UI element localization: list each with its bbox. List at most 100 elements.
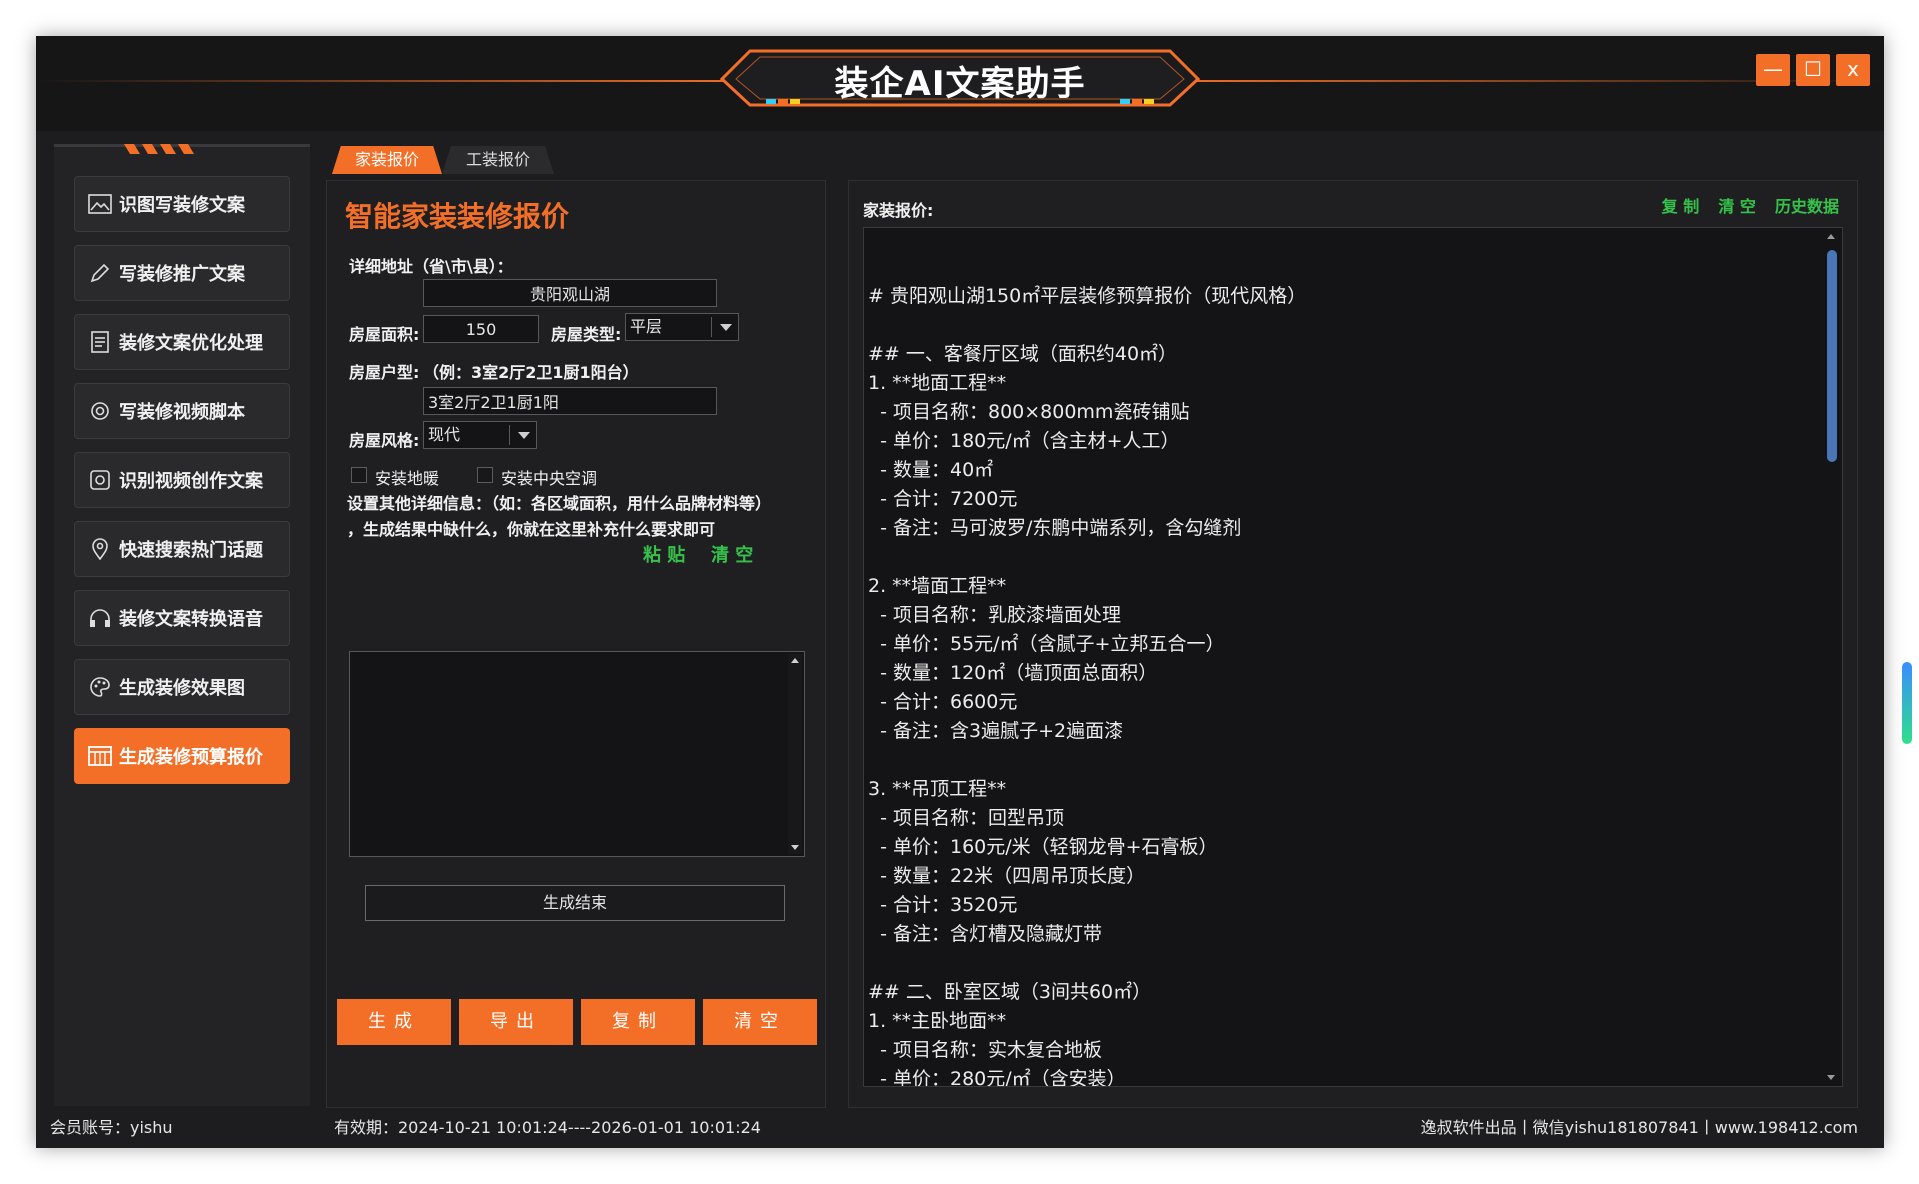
output-line: 1. **地面工程**	[868, 372, 1007, 394]
image-icon	[87, 191, 113, 217]
output-line: - 数量：40㎡	[868, 459, 994, 481]
style-select[interactable]: 现代	[423, 421, 537, 449]
sidebar-item-text-to-speech[interactable]: 装修文案转换语音	[74, 590, 290, 646]
layout-label: 房屋户型:	[349, 363, 420, 382]
close-button[interactable]: x	[1836, 54, 1870, 86]
sidebar-item-label: 生成装修效果图	[119, 678, 245, 699]
document-icon	[87, 329, 113, 355]
sidebar-item-image-copywriting[interactable]: 识图写装修文案	[74, 176, 290, 232]
tab-commercial-quote[interactable]: 工装报价	[442, 146, 554, 174]
sidebar-item-budget-quote[interactable]: 生成装修预算报价	[74, 728, 290, 784]
house-type-select[interactable]: 平层	[625, 313, 739, 341]
form-title: 智能家装装修报价	[345, 200, 570, 233]
headphones-icon	[87, 605, 113, 631]
sidebar-item-label: 识图写装修文案	[119, 195, 245, 216]
floor-heating-checkbox[interactable]	[351, 467, 367, 483]
palette-icon	[87, 674, 113, 700]
house-type-value: 平层	[630, 317, 663, 336]
quote-output-panel: 家装报价: 复 制 清 空 历史数据 # 贵阳观山湖150㎡平层装修预算报价（现…	[848, 180, 1858, 1108]
output-line: - 项目名称：乳胶漆墙面处理	[868, 604, 1121, 626]
output-line: # 贵阳观山湖150㎡平层装修预算报价（现代风格）	[868, 285, 1307, 307]
sidebar-item-label: 生成装修预算报价	[119, 747, 263, 768]
sidebar-item-promo-copywriting[interactable]: 写装修推广文案	[74, 245, 290, 301]
generation-status: 生成结束	[365, 885, 785, 921]
validity-info: 有效期：2024-10-21 10:01:24----2026-01-01 10…	[334, 1118, 761, 1137]
layout-input[interactable]	[423, 387, 717, 415]
output-line: ## 一、客餐厅区域（面积约40㎡）	[868, 343, 1178, 365]
style-label: 房屋风格:	[349, 431, 420, 450]
sidebar-item-copy-optimize[interactable]: 装修文案优化处理	[74, 314, 290, 370]
maximize-button[interactable]: ☐	[1796, 54, 1830, 86]
generate-button[interactable]: 生成	[337, 999, 451, 1045]
output-line: 1. **主卧地面**	[868, 1010, 1007, 1032]
history-link[interactable]: 历史数据	[1775, 197, 1839, 216]
details-note: 设置其他详细信息：（如：各区域面积，用什么品牌材料等）	[347, 494, 772, 513]
output-line: - 数量：120㎡（墙顶面总面积）	[868, 662, 1158, 684]
pen-icon	[87, 260, 113, 286]
title-decoration-left	[36, 80, 756, 82]
output-line: - 合计：7200元	[868, 488, 1018, 510]
details-textarea[interactable]	[349, 651, 805, 857]
paste-link[interactable]: 粘 贴	[643, 541, 685, 567]
calculator-icon	[87, 743, 113, 769]
sidebar-item-label: 装修文案优化处理	[119, 333, 263, 354]
clear-details-link[interactable]: 清 空	[711, 541, 753, 567]
scrollbar-thumb[interactable]	[1827, 250, 1837, 462]
output-line: - 单价：55元/㎡（含腻子+立邦五合一）	[868, 633, 1225, 655]
output-line: - 单价：180元/㎡（含主材+人工）	[868, 430, 1180, 452]
output-line: - 单价：160元/米（轻钢龙骨+石膏板）	[868, 836, 1218, 858]
address-input[interactable]	[423, 279, 717, 307]
style-value: 现代	[428, 425, 461, 444]
location-icon	[87, 536, 113, 562]
sidebar-item-label: 写装修视频脚本	[119, 402, 245, 423]
output-line: - 备注：含灯槽及隐藏灯带	[868, 923, 1102, 945]
camera-icon	[87, 398, 113, 424]
quote-form-panel: 智能家装装修报价 详细地址（省\市\县）： 房屋面积: 房屋类型: 平层 房屋户…	[326, 180, 826, 1108]
settings-icon	[87, 467, 113, 493]
central-ac-label: 安装中央空调	[501, 469, 598, 488]
type-label: 房屋类型:	[551, 325, 622, 344]
chevron-down-icon	[720, 324, 732, 331]
address-label: 详细地址（省\市\县）：	[349, 257, 513, 276]
minimize-button[interactable]: —	[1756, 54, 1790, 86]
clear-button[interactable]: 清空	[703, 999, 817, 1045]
title-bar[interactable]: 装企AI文案助手 — ☐ x	[36, 36, 1884, 131]
sidebar-item-label: 识别视频创作文案	[119, 471, 263, 492]
clear-output-link[interactable]: 清 空	[1718, 197, 1756, 216]
output-line: - 项目名称：800×800mm瓷砖铺贴	[868, 401, 1190, 423]
output-label: 家装报价:	[863, 201, 934, 220]
copy-button[interactable]: 复制	[581, 999, 695, 1045]
credits-info: 逸叔软件出品丨微信yishu181807841丨www.198412.com	[1420, 1118, 1858, 1137]
area-label: 房屋面积:	[349, 325, 420, 344]
side-accent-bar	[1902, 662, 1912, 744]
copy-output-link[interactable]: 复 制	[1662, 197, 1700, 216]
output-line: - 数量：22米（四周吊顶长度）	[868, 865, 1146, 887]
output-line: 2. **墙面工程**	[868, 575, 1007, 597]
export-button[interactable]: 导出	[459, 999, 573, 1045]
sidebar-item-rendering[interactable]: 生成装修效果图	[74, 659, 290, 715]
select-separator	[509, 425, 510, 445]
account-info: 会员账号：yishu	[50, 1118, 173, 1137]
sidebar-item-video-script[interactable]: 写装修视频脚本	[74, 383, 290, 439]
sidebar-item-hot-topics[interactable]: 快速搜索热门话题	[74, 521, 290, 577]
sidebar: 识图写装修文案 写装修推广文案 装修文案优化处理 写装修视频脚本 识别视频创作文…	[54, 144, 310, 1106]
sidebar-item-label: 装修文案转换语音	[119, 609, 263, 630]
sidebar-item-video-recognition[interactable]: 识别视频创作文案	[74, 452, 290, 508]
textarea-scrollbar[interactable]	[788, 654, 802, 854]
output-line: - 备注：含3遍腻子+2遍面漆	[868, 720, 1124, 742]
output-line: - 项目名称：实木复合地板	[868, 1039, 1102, 1061]
quote-output-text[interactable]: # 贵阳观山湖150㎡平层装修预算报价（现代风格） ## 一、客餐厅区域（面积约4…	[863, 227, 1843, 1087]
details-note-continued: ，生成结果中缺什么，你就在这里补充什么要求即可	[347, 520, 716, 539]
select-separator	[711, 317, 712, 337]
output-actions: 复 制 清 空 历史数据	[1648, 193, 1839, 217]
sidebar-decoration	[54, 144, 310, 154]
layout-example: （例：3室2厅2卫1厨1阳台）	[423, 363, 639, 382]
area-input[interactable]	[423, 315, 539, 343]
tab-home-quote[interactable]: 家装报价	[332, 146, 442, 174]
sidebar-item-label: 写装修推广文案	[119, 264, 245, 285]
central-ac-checkbox[interactable]	[477, 467, 493, 483]
output-line: 3. **吊顶工程**	[868, 778, 1007, 800]
